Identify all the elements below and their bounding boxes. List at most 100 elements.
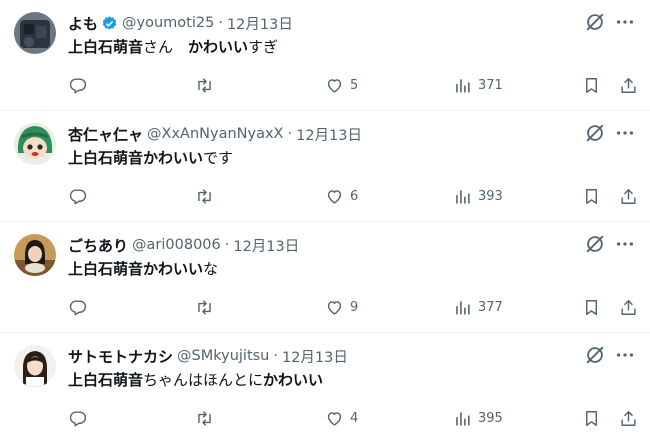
like-count: 5 (350, 77, 359, 93)
avatar[interactable] (14, 345, 56, 387)
like-count: 6 (350, 188, 359, 204)
share-icon (621, 188, 636, 204)
highlight-text: かわいい (263, 371, 324, 389)
like-icon (327, 300, 342, 315)
share-icon (621, 299, 636, 315)
plain-text: さん (143, 38, 189, 56)
views-icon (456, 78, 470, 93)
grok-icon[interactable] (584, 122, 606, 144)
tweet-date[interactable]: 12月13日 (282, 346, 348, 367)
action-bar: 6 393 (68, 181, 638, 211)
grok-icon[interactable] (584, 344, 606, 366)
more-icon[interactable] (614, 344, 636, 366)
like-button[interactable]: 6 (325, 181, 358, 211)
user-handle[interactable]: @XxAnNyanNyaxX (147, 126, 283, 142)
retweet-button[interactable] (195, 181, 220, 211)
bookmark-icon (586, 77, 597, 93)
user-handle[interactable]: @SMkyujitsu (177, 348, 269, 364)
action-bar: 5 371 (68, 70, 638, 100)
reply-button[interactable] (68, 70, 93, 100)
retweet-button[interactable] (195, 70, 220, 100)
views-button[interactable]: 395 (453, 403, 503, 433)
reply-icon (69, 77, 87, 93)
reply-button[interactable] (68, 292, 93, 322)
more-icon[interactable] (614, 11, 636, 33)
retweet-button[interactable] (195, 292, 220, 322)
tweet-header: 杏仁ャ仁ャ @XxAnNyanNyaxX · 12月13日 (68, 123, 362, 145)
action-bar: 9 377 (68, 292, 638, 322)
tweet-text: 上白石萌音かわいいです (68, 147, 233, 169)
like-button[interactable]: 9 (325, 292, 358, 322)
views-icon (456, 300, 470, 315)
reply-icon (69, 410, 87, 426)
like-count: 9 (350, 299, 359, 315)
like-count: 4 (350, 410, 359, 426)
reply-button[interactable] (68, 403, 93, 433)
share-icon (621, 77, 636, 93)
reply-button[interactable] (68, 181, 93, 211)
avatar[interactable] (14, 234, 56, 276)
avatar[interactable] (14, 123, 56, 165)
retweet-icon (198, 410, 211, 426)
plain-text: ちゃんはほんとに (143, 371, 264, 389)
views-button[interactable]: 371 (453, 70, 503, 100)
separator-dot: · (224, 237, 230, 253)
display-name[interactable]: サトモトナカシ (68, 346, 173, 367)
tweet-header: ごちあり @ari008006 · 12月13日 (68, 234, 299, 256)
tweet[interactable]: サトモトナカシ @SMkyujitsu · 12月13日 上白石萌音ちゃんはほん… (0, 333, 650, 437)
tweet-text: 上白石萌音ちゃんはほんとにかわいい (68, 369, 323, 391)
grok-icon[interactable] (584, 11, 606, 33)
display-name[interactable]: 杏仁ャ仁ャ (68, 124, 143, 145)
share-button[interactable] (619, 292, 638, 322)
highlight-text: かわいい (188, 38, 249, 56)
like-icon (327, 189, 342, 204)
views-button[interactable]: 377 (453, 292, 503, 322)
user-handle[interactable]: @ari008006 (132, 237, 221, 253)
share-button[interactable] (619, 181, 638, 211)
tweet-date[interactable]: 12月13日 (233, 235, 299, 256)
retweet-button[interactable] (195, 403, 220, 433)
like-icon (327, 78, 342, 93)
avatar[interactable] (14, 12, 56, 54)
bookmark-icon (586, 299, 597, 315)
action-bar: 4 395 (68, 403, 638, 433)
display-name[interactable]: よも (68, 13, 98, 34)
user-handle[interactable]: @youmoti25 (122, 15, 214, 31)
views-count: 377 (478, 299, 503, 315)
tweet-date[interactable]: 12月13日 (296, 124, 362, 145)
plain-text: です (203, 149, 234, 167)
bookmark-button[interactable] (582, 292, 601, 322)
views-button[interactable]: 393 (453, 181, 503, 211)
share-button[interactable] (619, 403, 638, 433)
separator-dot: · (287, 126, 293, 142)
verified-badge-icon (102, 15, 117, 30)
share-button[interactable] (619, 70, 638, 100)
highlight-text: 上白石萌音 (68, 371, 144, 389)
share-icon (621, 410, 636, 426)
bookmark-button[interactable] (582, 403, 601, 433)
retweet-icon (198, 77, 211, 93)
bookmark-button[interactable] (582, 181, 601, 211)
retweet-icon (198, 299, 211, 315)
tweet[interactable]: 杏仁ャ仁ャ @XxAnNyanNyaxX · 12月13日 上白石萌音かわいいで… (0, 111, 650, 222)
highlight-text: 上白石萌音かわいい (68, 149, 204, 167)
retweet-icon (198, 188, 211, 204)
grok-icon[interactable] (584, 233, 606, 255)
tweet[interactable]: ごちあり @ari008006 · 12月13日 上白石萌音かわいいな 9 37… (0, 222, 650, 333)
tweet[interactable]: よも @youmoti25 · 12月13日 上白石萌音さん かわいいすぎ 5 … (0, 0, 650, 111)
tweet-text: 上白石萌音さん かわいいすぎ (68, 36, 278, 58)
more-icon[interactable] (614, 233, 636, 255)
tweet-header: よも @youmoti25 · 12月13日 (68, 12, 293, 34)
bookmark-button[interactable] (582, 70, 601, 100)
display-name[interactable]: ごちあり (68, 235, 128, 256)
reply-icon (69, 188, 87, 204)
more-icon[interactable] (614, 122, 636, 144)
tweet-date[interactable]: 12月13日 (227, 13, 293, 34)
like-button[interactable]: 4 (325, 403, 358, 433)
tweet-text: 上白石萌音かわいいな (68, 258, 218, 280)
plain-text: すぎ (248, 38, 279, 56)
like-button[interactable]: 5 (325, 70, 358, 100)
plain-text: な (203, 260, 219, 278)
highlight-text: 上白石萌音 (68, 38, 144, 56)
reply-icon (69, 299, 87, 315)
